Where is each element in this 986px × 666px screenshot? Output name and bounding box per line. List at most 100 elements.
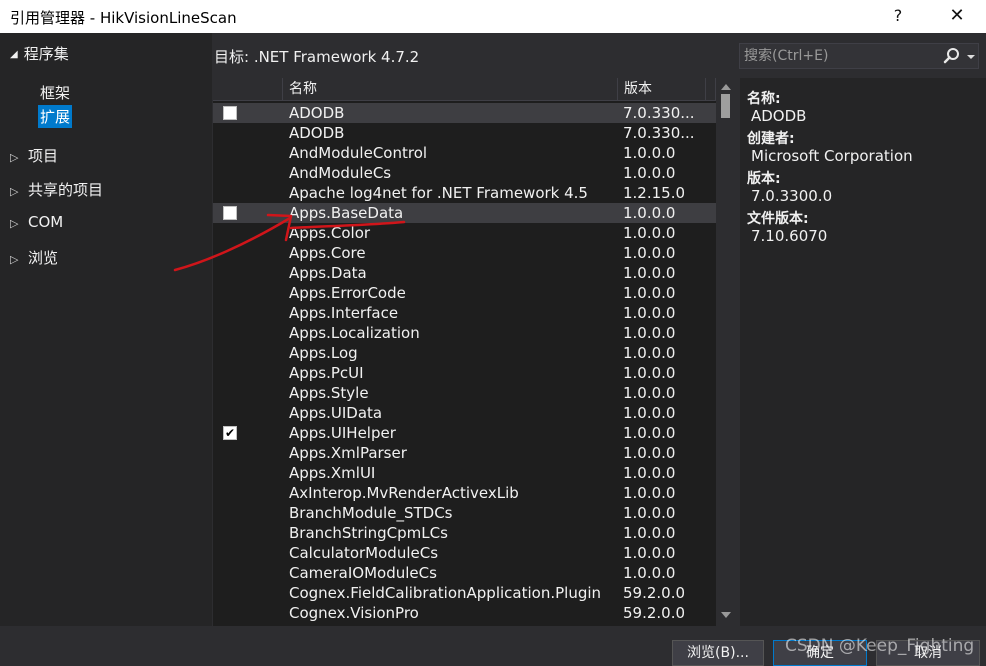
row-name: AndModuleControl — [289, 144, 428, 162]
row-version: 1.0.0.0 — [623, 144, 676, 162]
table-row[interactable]: Apps.Core 1.0.0.0 — [213, 243, 716, 263]
row-name: Apps.Localization — [289, 324, 420, 342]
row-name: AndModuleCs — [289, 164, 392, 182]
column-header-checkbox — [213, 78, 283, 101]
chevron-right-icon: ▷ — [10, 151, 19, 164]
table-row[interactable]: Apps.Style 1.0.0.0 — [213, 383, 716, 403]
column-header-version[interactable]: 版本 — [618, 78, 706, 101]
row-name: Apps.XmlUI — [289, 464, 376, 482]
close-button[interactable]: ✕ — [934, 0, 980, 33]
row-name: Apps.BaseData — [289, 204, 404, 222]
row-version: 1.0.0.0 — [623, 424, 676, 442]
table-row[interactable]: Apps.Data 1.0.0.0 — [213, 263, 716, 283]
table-row[interactable]: ADODB 7.0.330... — [213, 123, 716, 143]
chevron-right-icon: ▷ — [10, 253, 19, 266]
cancel-button[interactable]: 取消 — [876, 640, 980, 666]
row-version: 1.0.0.0 — [623, 324, 676, 342]
row-version: 1.0.0.0 — [623, 224, 676, 242]
table-row[interactable]: CameraIOModuleCs 1.0.0.0 — [213, 563, 716, 583]
search-input[interactable] — [744, 46, 934, 66]
name-value: ADODB — [751, 107, 807, 125]
sidebar-item-browse[interactable]: ▷ 浏览 — [10, 247, 58, 268]
sidebar-item-projects[interactable]: ▷ 项目 — [10, 145, 58, 166]
help-button[interactable]: ? — [878, 0, 918, 33]
row-name: BranchModule_STDCs — [289, 504, 453, 522]
details-pane: 名称: ADODB 创建者: Microsoft Corporation 版本:… — [740, 78, 986, 626]
table-row[interactable]: Apps.ErrorCode 1.0.0.0 — [213, 283, 716, 303]
row-name: AxInterop.MvRenderActivexLib — [289, 484, 519, 502]
search-icon[interactable] — [943, 46, 961, 66]
row-name: Apps.Log — [289, 344, 358, 362]
row-name: Apps.ErrorCode — [289, 284, 406, 302]
window-title: 引用管理器 - HikVisionLineScan — [10, 9, 237, 27]
table-row[interactable]: Cognex.FieldCalibrationApplication.Plugi… — [213, 583, 716, 603]
table-row[interactable]: AxInterop.MvRenderActivexLib 1.0.0.0 — [213, 483, 716, 503]
row-version: 1.0.0.0 — [623, 444, 676, 462]
chevron-right-icon: ▷ — [10, 185, 19, 198]
row-version: 1.0.0.0 — [623, 504, 676, 522]
file-version-label: 文件版本: — [747, 211, 809, 227]
assembly-list: 名称 版本 ADODB 7.0.330... ADODB 7.0.330... AndM… — [213, 78, 735, 626]
table-row[interactable]: Apps.UIData 1.0.0.0 — [213, 403, 716, 423]
scroll-up-icon[interactable] — [721, 84, 731, 90]
sidebar-item-framework[interactable]: 框架 — [38, 81, 72, 104]
version-label: 版本: — [747, 171, 781, 187]
row-name: ADODB — [289, 104, 345, 122]
table-row[interactable]: Apps.PcUI 1.0.0.0 — [213, 363, 716, 383]
name-label: 名称: — [747, 91, 781, 107]
sidebar-item-label: COM — [28, 213, 64, 231]
row-name: Apps.XmlParser — [289, 444, 407, 462]
chevron-down-icon[interactable] — [967, 55, 975, 59]
row-checkbox[interactable] — [223, 106, 237, 120]
row-name: BranchStringCpmLCs — [289, 524, 448, 542]
row-version: 1.0.0.0 — [623, 164, 676, 182]
row-version: 1.2.15.0 — [623, 184, 686, 202]
file-version-value: 7.10.6070 — [751, 227, 828, 245]
row-version: 7.0.330... — [623, 104, 695, 122]
sidebar-item-label: 浏览 — [28, 249, 59, 267]
table-row[interactable]: AndModuleControl 1.0.0.0 — [213, 143, 716, 163]
chevron-right-icon: ▷ — [10, 217, 19, 230]
search-box[interactable] — [739, 43, 979, 69]
table-row[interactable]: Apps.BaseData 1.0.0.0 — [213, 203, 716, 223]
table-row[interactable]: Apps.Color 1.0.0.0 — [213, 223, 716, 243]
sidebar-item-com[interactable]: ▷ COM — [10, 213, 63, 231]
scroll-down-icon[interactable] — [721, 612, 731, 618]
table-row[interactable]: ✔ Apps.UIHelper 1.0.0.0 — [213, 423, 716, 443]
assemblies-header[interactable]: ◢ 程序集 — [10, 43, 69, 64]
table-row[interactable]: BranchModule_STDCs 1.0.0.0 — [213, 503, 716, 523]
scroll-thumb[interactable] — [721, 94, 730, 118]
sidebar-item-extensions[interactable]: 扩展 — [38, 105, 73, 128]
category-sidebar: ◢ 程序集 框架 扩展 ▷ 项目 ▷ 共享的项目 ▷ COM ▷ 浏览 — [0, 33, 212, 626]
table-row[interactable]: Apps.XmlUI 1.0.0.0 — [213, 463, 716, 483]
table-row[interactable]: Apps.XmlParser 1.0.0.0 — [213, 443, 716, 463]
row-version: 1.0.0.0 — [623, 564, 676, 582]
row-version: 59.2.0.0 — [623, 604, 686, 622]
row-name: ADODB — [289, 124, 345, 142]
version-value: 7.0.3300.0 — [751, 187, 833, 205]
row-version: 1.0.0.0 — [623, 244, 676, 262]
ok-button[interactable]: 确定 — [773, 640, 867, 666]
triangle-down-icon: ◢ — [10, 49, 18, 60]
table-row[interactable]: Apps.Log 1.0.0.0 — [213, 343, 716, 363]
table-row[interactable]: Apache log4net for .NET Framework 4.5 1.2… — [213, 183, 716, 203]
vertical-scrollbar[interactable] — [716, 78, 735, 626]
dialog-footer: 浏览(B)... 确定 取消 — [0, 626, 986, 666]
table-row[interactable]: Apps.Interface 1.0.0.0 — [213, 303, 716, 323]
table-row[interactable]: Cognex.VisionPro 59.2.0.0 — [213, 603, 716, 623]
row-name: Apps.UIHelper — [289, 424, 396, 442]
row-checkbox[interactable]: ✔ — [223, 426, 237, 440]
column-header-name[interactable]: 名称 — [283, 78, 618, 101]
assemblies-label: 程序集 — [23, 45, 69, 63]
sidebar-item-label: 共享的项目 — [28, 181, 104, 199]
table-row[interactable]: BranchStringCpmLCs 1.0.0.0 — [213, 523, 716, 543]
row-version: 1.0.0.0 — [623, 544, 676, 562]
row-checkbox[interactable] — [223, 206, 237, 220]
table-row[interactable]: Apps.Localization 1.0.0.0 — [213, 323, 716, 343]
table-row[interactable]: AndModuleCs 1.0.0.0 — [213, 163, 716, 183]
table-row[interactable]: CalculatorModuleCs 1.0.0.0 — [213, 543, 716, 563]
table-row[interactable]: ADODB 7.0.330... — [213, 103, 716, 123]
sidebar-item-shared-projects[interactable]: ▷ 共享的项目 — [10, 179, 103, 200]
browse-button[interactable]: 浏览(B)... — [672, 640, 764, 666]
row-version: 1.0.0.0 — [623, 204, 676, 222]
